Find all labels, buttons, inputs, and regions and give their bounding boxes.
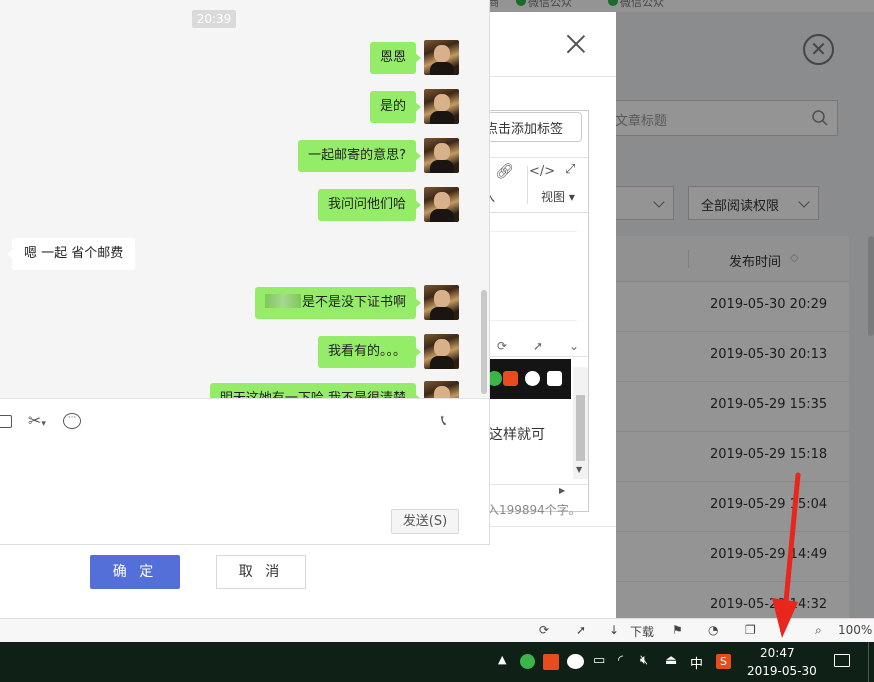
avatar[interactable]	[424, 285, 459, 320]
editor-text: 这样就可	[489, 427, 545, 443]
avatar[interactable]	[424, 138, 459, 173]
char-count: 入199894个字。	[487, 503, 581, 517]
extension-icon[interactable]: ⟳	[539, 623, 549, 637]
chat-bubble-icon[interactable]: ···	[63, 413, 81, 429]
chevron-down-icon: ⌄	[569, 339, 580, 353]
input-language[interactable]: 中	[690, 653, 703, 672]
folder-icon[interactable]	[0, 415, 12, 428]
chat-scrollbar[interactable]	[481, 290, 487, 394]
show-desktop-button[interactable]	[868, 642, 869, 682]
divider	[488, 76, 616, 77]
zoom-level[interactable]: 100%	[838, 623, 872, 637]
flag-icon[interactable]: ⚑	[672, 623, 683, 637]
avatar[interactable]	[424, 89, 459, 124]
embedded-screenshot	[487, 359, 571, 399]
video-call-icon[interactable]: 📞︎	[441, 411, 446, 429]
editor-scrollbar[interactable]: ▼	[573, 367, 588, 479]
notification-icon[interactable]	[834, 654, 850, 667]
chat-window: 20:39 恩恩 是的 一起邮寄的意思? 我问问他们哈 嗯 一起 省个邮费 是不…	[0, 0, 490, 545]
volume-muted-icon[interactable]: 🔇︎	[640, 653, 648, 668]
windows-taskbar: ▲ ▭ ◜ 🔇︎ ⏏ 中 S 20:47 2019-05-30	[0, 642, 874, 682]
sogou-icon[interactable]: S	[716, 654, 731, 669]
code-icon[interactable]: </>	[529, 164, 555, 179]
send-button[interactable]: 发送(S)	[391, 509, 459, 534]
confirm-button[interactable]: 确 定	[90, 555, 180, 589]
rocket-icon: ➚	[533, 339, 544, 353]
chat-bubble-sent[interactable]: 我看有的。。。	[317, 336, 422, 368]
chat-bubble-sent[interactable]: 恩恩	[369, 42, 422, 74]
wifi-icon[interactable]: ◜	[618, 653, 623, 668]
download-label[interactable]: 下载	[630, 623, 654, 640]
extension-icon: ⟳	[497, 339, 508, 353]
scroll-right-icon[interactable]: ▶	[559, 486, 565, 495]
blurred-redaction	[264, 294, 301, 308]
avatar[interactable]	[424, 381, 459, 398]
message-list[interactable]: 20:39 恩恩 是的 一起邮寄的意思? 我问问他们哈 嗯 一起 省个邮费 是不…	[0, 0, 480, 398]
wechat-tray-icon[interactable]	[567, 654, 584, 669]
avatar[interactable]	[424, 187, 459, 222]
ime-icon	[503, 371, 518, 386]
chat-bubble-sent[interactable]: 是的	[369, 91, 422, 123]
cancel-button[interactable]: 取 消	[216, 555, 306, 589]
chat-bubble-sent[interactable]: 我问问他们哈	[317, 189, 422, 221]
avatar[interactable]	[424, 40, 459, 75]
embedded-browser-toolbar: ⟳ ➚ ⌄	[489, 337, 588, 357]
clock-date[interactable]: 2019-05-30	[747, 664, 817, 678]
download-arrow-icon[interactable]: ↓	[609, 623, 619, 637]
edge-icon[interactable]: ◔	[708, 623, 718, 637]
link-icon[interactable]: 🔗︎	[495, 162, 514, 180]
chat-bubble-sent[interactable]: 是不是没下证书啊	[254, 287, 422, 319]
scissors-icon[interactable]: ✂▾	[28, 411, 46, 430]
annotation-arrow	[772, 472, 801, 638]
usb-icon[interactable]: ⏏	[665, 653, 677, 668]
editor-content[interactable]	[489, 231, 577, 321]
show-hidden-icons[interactable]: ▲	[498, 653, 506, 666]
chat-input-area[interactable]: ✂▾ ··· 📞︎ 发送(S)	[0, 398, 489, 544]
chat-bubble-sent[interactable]: 明天这她有一下哈 我不是很清楚	[209, 383, 422, 398]
battery-icon[interactable]: ▭	[593, 653, 605, 668]
fullscreen-icon[interactable]: ⤢	[565, 162, 575, 177]
avatar[interactable]	[424, 334, 459, 369]
view-menu[interactable]: 视图 ▾	[541, 188, 575, 205]
chat-bubble-received[interactable]: 嗯 一起 省个邮费	[6, 238, 136, 270]
rocket-icon[interactable]: ➚	[576, 623, 586, 637]
status-icon[interactable]	[520, 654, 535, 669]
ime-tray-icon[interactable]	[543, 654, 559, 670]
toolbar-divider	[527, 166, 528, 204]
view-menu-label: 视图	[541, 190, 566, 204]
close-icon[interactable]	[566, 34, 586, 54]
browser-statusbar: ⟳ ➚ ↓ 下载 ⚑ ◔ ❐ 🔈︎ ⌕ 100%	[0, 618, 874, 642]
chat-bubble-sent[interactable]: 一起邮寄的意思?	[298, 140, 421, 172]
editor-hscrollbar[interactable]: ▶	[489, 484, 588, 498]
divider	[488, 526, 616, 527]
scroll-thumb[interactable]	[576, 395, 585, 461]
battery-icon	[547, 371, 562, 386]
message-timestamp: 20:39	[192, 10, 236, 28]
tag-placeholder: 点击添加标签	[485, 122, 564, 137]
window-icon[interactable]: ❐	[745, 623, 756, 637]
message-text: 是不是没下证书啊	[301, 295, 406, 310]
scroll-down-icon[interactable]: ▼	[576, 465, 582, 474]
clock-time[interactable]: 20:47	[760, 646, 795, 660]
wechat-icon	[525, 371, 540, 386]
